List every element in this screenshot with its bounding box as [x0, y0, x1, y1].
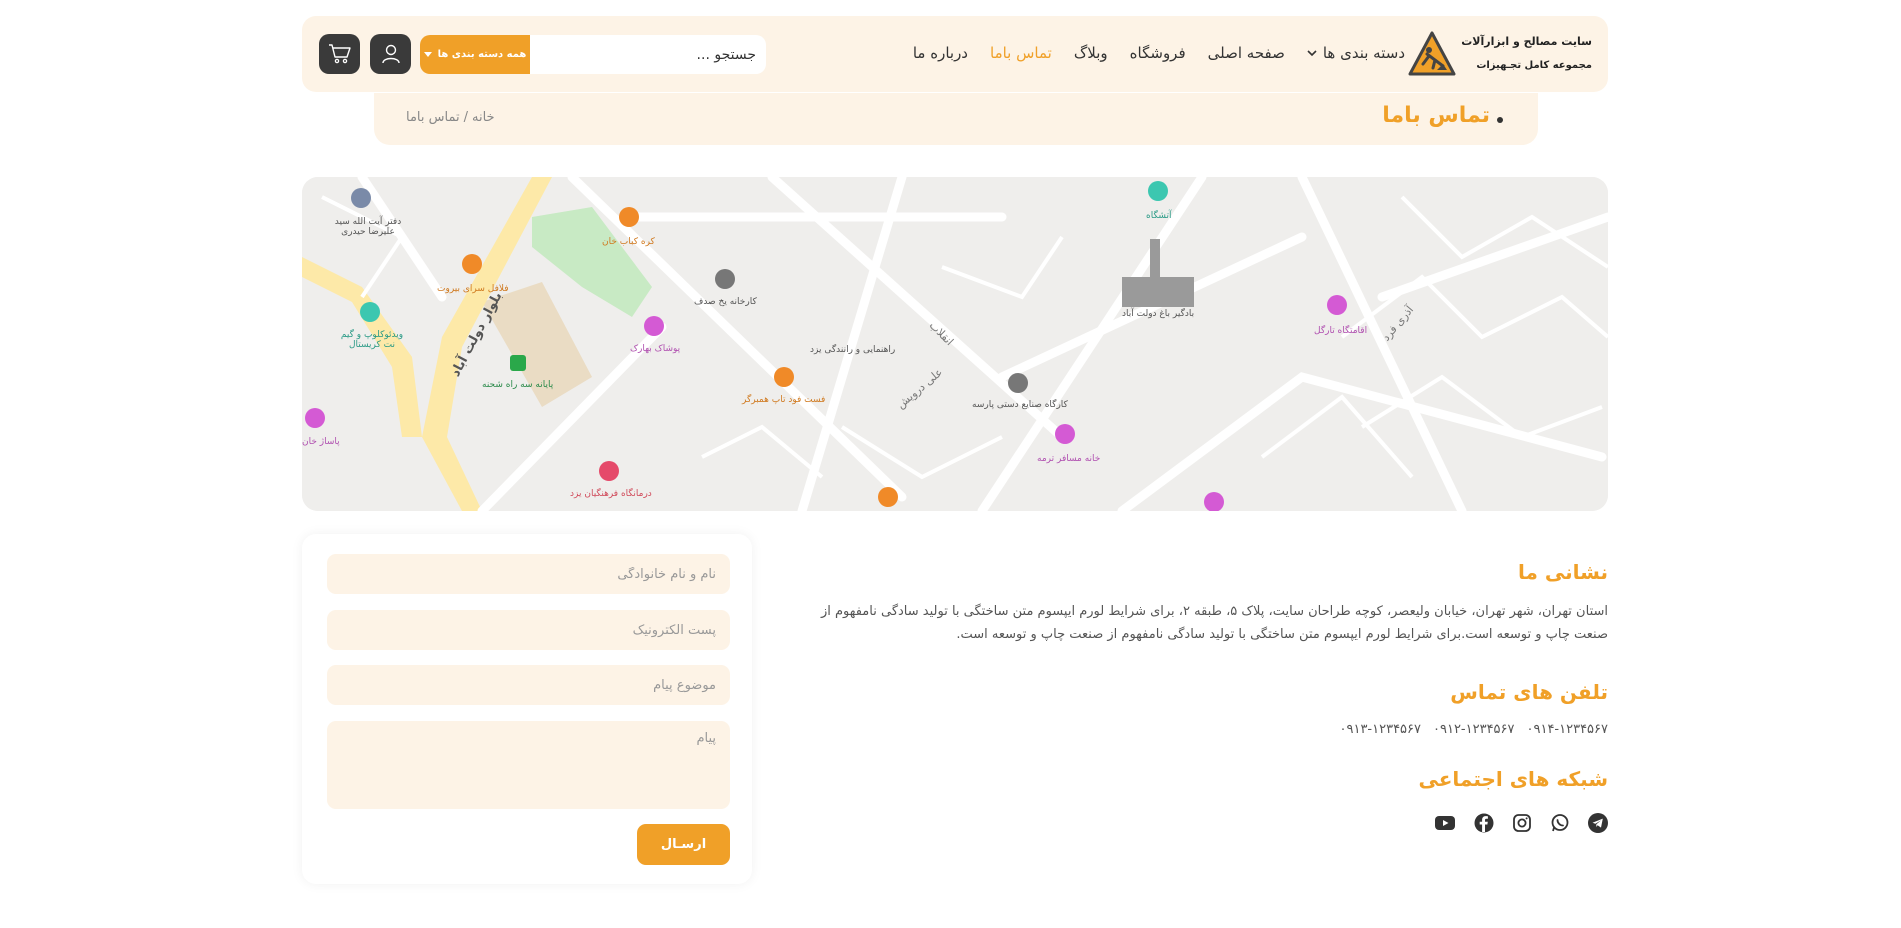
- address-title: نشانی ما: [1518, 560, 1608, 584]
- map-label: آتشگاه: [1146, 211, 1172, 221]
- nav-categories-label: دسته بندی ها: [1322, 44, 1405, 62]
- bullet-dot: [1497, 117, 1503, 123]
- phone-number[interactable]: ۰۹۱۴-۱۲۳۴۵۶۷: [1527, 722, 1609, 737]
- map-label: پاساژ خان: [302, 437, 340, 447]
- logo-title: سایت مصالح و ابزارآلات: [1461, 35, 1592, 48]
- search-box: همه دسته بندی ها: [420, 35, 766, 74]
- map-label: کارخانه یخ صدف: [694, 297, 757, 307]
- breadcrumb-home[interactable]: خانه: [472, 110, 495, 125]
- submit-button[interactable]: ارسـال: [637, 824, 730, 865]
- cart-icon: [328, 44, 351, 64]
- message-field[interactable]: [327, 721, 730, 809]
- phones-title: تلفن های تماس: [1450, 680, 1608, 704]
- address-text: استان تهران، شهر تهران، خیابان ولیعصر، ک…: [820, 604, 1608, 642]
- cart-button[interactable]: [319, 34, 360, 74]
- map-label: اقامتگاه تارگل: [1314, 326, 1368, 336]
- location-map[interactable]: دفتر آیت الله سید علیرضا حیدری کره کباب …: [302, 177, 1608, 511]
- social-title: شبکه های اجتماعی: [1418, 767, 1608, 791]
- nav-about[interactable]: درباره ما: [913, 38, 968, 68]
- caret-down-icon: [423, 52, 432, 57]
- nav-contact[interactable]: تماس باما: [990, 38, 1052, 68]
- map-label: کارگاه صنایع دستی پارسه: [972, 400, 1068, 410]
- phone-number[interactable]: ۰۹۱۲-۱۲۳۴۵۶۷: [1433, 722, 1515, 737]
- map-canvas: [302, 177, 1608, 511]
- map-label: پایانه سه راه شحنه: [482, 380, 554, 390]
- phone-list: ۰۹۱۴-۱۲۳۴۵۶۷ ۰۹۱۲-۱۲۳۴۵۶۷ ۰۹۱۳-۱۲۳۴۵۶۷: [808, 722, 1609, 737]
- search-input[interactable]: [530, 35, 766, 74]
- email-field[interactable]: [327, 610, 730, 650]
- contact-info: نشانی ما استان تهران، شهر تهران، خیابان …: [808, 560, 1608, 833]
- construction-warning-icon: [1408, 31, 1456, 76]
- map-label: درمانگاه فرهنگیان یزد: [570, 489, 652, 499]
- whatsapp-icon[interactable]: [1550, 813, 1570, 833]
- subject-field[interactable]: [327, 665, 730, 705]
- social-links: [808, 813, 1608, 833]
- site-header: سایت مصالح و ابزارآلات مجموعه کامل تجـهی…: [302, 16, 1608, 92]
- youtube-icon[interactable]: [1434, 813, 1456, 833]
- user-icon: [381, 44, 400, 64]
- breadcrumb-current: تماس باما: [406, 110, 460, 125]
- map-label: فست فود تاپ همبرگر: [742, 395, 826, 405]
- map-label: بادگیر باغ دولت آباد: [1122, 309, 1195, 319]
- site-logo[interactable]: سایت مصالح و ابزارآلات مجموعه کامل تجـهی…: [1407, 30, 1592, 78]
- category-select-label: همه دسته بندی ها: [437, 49, 527, 60]
- phone-number[interactable]: ۰۹۱۳-۱۲۳۴۵۶۷: [1340, 722, 1422, 737]
- nav-blog[interactable]: وبلاگ: [1074, 38, 1108, 68]
- map-label: دفتر آیت الله سید علیرضا حیدری: [334, 217, 402, 237]
- contact-form: ارسـال: [302, 534, 752, 884]
- map-label: ویدئوکلوپ و گیم نت کریستال: [340, 330, 404, 350]
- breadcrumb: خانه / تماس باما: [406, 110, 495, 125]
- facebook-icon[interactable]: [1474, 813, 1494, 833]
- page-title-bar: تماس باما خانه / تماس باما: [374, 93, 1538, 145]
- map-label: راهنمایی و رانندگی یزد: [810, 345, 896, 355]
- logo-subtitle: مجموعه کامل تجـهیزات: [1476, 60, 1592, 71]
- main-nav: دسته بندی ها صفحه اصلی فروشگاه وبلاگ تما…: [913, 38, 1405, 68]
- telegram-icon[interactable]: [1588, 813, 1608, 833]
- breadcrumb-separator: /: [463, 110, 468, 125]
- nav-categories[interactable]: دسته بندی ها: [1307, 38, 1405, 68]
- nav-home[interactable]: صفحه اصلی: [1208, 38, 1285, 68]
- instagram-icon[interactable]: [1512, 813, 1532, 833]
- map-label: خانه مسافر ترمه: [1037, 454, 1101, 464]
- chevron-down-icon: [1307, 50, 1317, 57]
- map-label: کره کباب خان: [602, 237, 655, 247]
- map-label: پوشاک بهارک: [630, 344, 681, 354]
- nav-shop[interactable]: فروشگاه: [1130, 38, 1186, 68]
- user-account-button[interactable]: [370, 34, 411, 74]
- logo-text: سایت مصالح و ابزارآلات مجموعه کامل تجـهی…: [1461, 33, 1592, 75]
- category-select[interactable]: همه دسته بندی ها: [420, 35, 530, 74]
- page-title: تماس باما: [1382, 103, 1490, 128]
- name-field[interactable]: [327, 554, 730, 594]
